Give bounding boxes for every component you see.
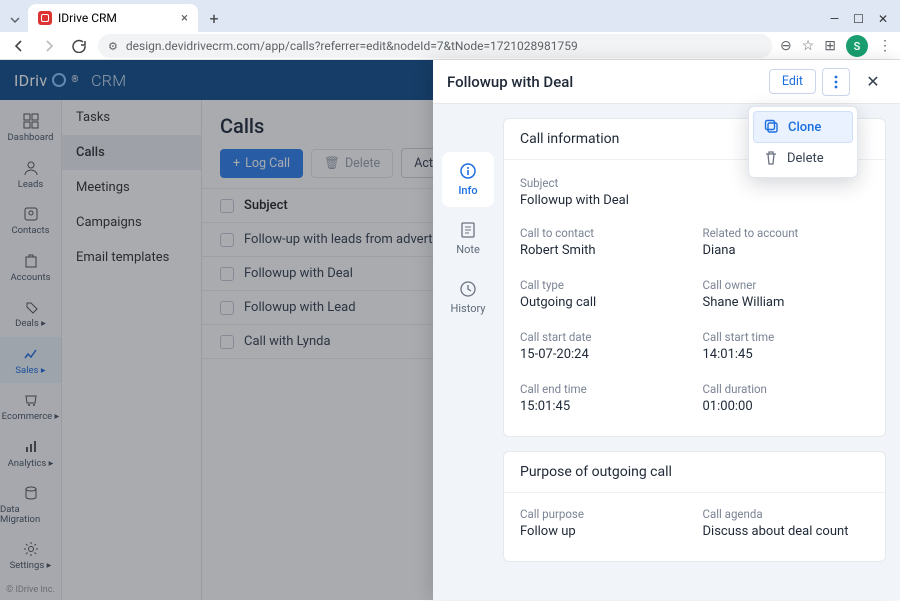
field-value: 15-07-20:24 bbox=[520, 347, 687, 362]
field-type: Call type Outgoing call bbox=[520, 270, 687, 318]
tab-label: History bbox=[451, 302, 486, 315]
field-label: Call owner bbox=[703, 278, 870, 292]
field-value: 14:01:45 bbox=[703, 347, 870, 362]
drawer-tab-info[interactable]: Info bbox=[442, 152, 494, 207]
drawer-header: Followup with Deal Edit ✕ bbox=[433, 60, 900, 104]
forward-button[interactable] bbox=[38, 35, 60, 57]
bookmark-icon[interactable]: ☆ bbox=[802, 38, 815, 54]
zoom-icon[interactable]: ⊖ bbox=[780, 38, 792, 54]
back-button[interactable] bbox=[8, 35, 30, 57]
reload-button[interactable] bbox=[68, 35, 90, 57]
field-value: Shane William bbox=[703, 295, 870, 310]
field-label: Call type bbox=[520, 278, 687, 292]
address-bar: ⚙ design.devidrivecrm.com/app/calls?refe… bbox=[0, 32, 900, 60]
detail-drawer: Followup with Deal Edit ✕ Clone Delete bbox=[433, 60, 900, 600]
app-root: IDriv® CRM Dashboard Leads Contacts Acco… bbox=[0, 60, 900, 600]
field-label: Call start time bbox=[703, 330, 870, 344]
tab-label: Info bbox=[458, 184, 477, 197]
tab-close-icon[interactable]: × bbox=[181, 11, 188, 26]
info-icon bbox=[459, 162, 477, 180]
note-icon bbox=[459, 221, 477, 239]
favicon-icon bbox=[38, 11, 52, 25]
more-menu-button[interactable] bbox=[822, 68, 850, 96]
field-value: Outgoing call bbox=[520, 295, 687, 310]
edit-button[interactable]: Edit bbox=[769, 69, 816, 94]
field-value: Discuss about deal count bbox=[703, 524, 870, 539]
drawer-content: Call information SubjectFollowup with De… bbox=[503, 104, 900, 600]
field-value: Robert Smith bbox=[520, 243, 687, 258]
field-label: Call agenda bbox=[703, 507, 870, 521]
drawer-title: Followup with Deal bbox=[447, 73, 573, 91]
delete-menu-label: Delete bbox=[787, 151, 824, 166]
field-start-date: Call start date 15-07-20:24 bbox=[520, 322, 687, 370]
field-agenda: Call agenda Discuss about deal count bbox=[703, 499, 870, 547]
new-tab-button[interactable]: + bbox=[202, 6, 226, 30]
field-value: Diana bbox=[703, 243, 870, 258]
field-contact: Call to contact Robert Smith bbox=[520, 218, 687, 266]
tab-strip: IDrive CRM × + — ☐ ✕ bbox=[0, 0, 900, 32]
clone-label: Clone bbox=[788, 120, 821, 135]
browser-tab[interactable]: IDrive CRM × bbox=[28, 4, 198, 32]
delete-menu-item[interactable]: Delete bbox=[753, 143, 853, 173]
tab-label: Note bbox=[456, 243, 480, 256]
field-label: Call start date bbox=[520, 330, 687, 344]
more-menu-popover: Clone Delete bbox=[748, 106, 858, 178]
field-value: Followup with Deal bbox=[520, 193, 869, 208]
field-value: 15:01:45 bbox=[520, 399, 687, 414]
url-input[interactable]: ⚙ design.devidrivecrm.com/app/calls?refe… bbox=[98, 34, 772, 58]
field-label: Call end time bbox=[520, 382, 687, 396]
field-label: Subject bbox=[520, 176, 869, 190]
close-window-icon[interactable]: ✕ bbox=[878, 12, 888, 26]
field-label: Call to contact bbox=[520, 226, 687, 240]
browser-chrome: IDrive CRM × + — ☐ ✕ ⚙ design.devidrivec… bbox=[0, 0, 900, 60]
tab-dropdown-icon[interactable] bbox=[6, 8, 24, 32]
url-text: design.devidrivecrm.com/app/calls?referr… bbox=[126, 39, 578, 53]
field-end-time: Call end time 15:01:45 bbox=[520, 374, 687, 422]
clone-menu-item[interactable]: Clone bbox=[753, 111, 853, 143]
field-label: Related to account bbox=[703, 226, 870, 240]
field-value: Follow up bbox=[520, 524, 687, 539]
minimize-icon[interactable]: — bbox=[830, 12, 839, 26]
field-owner: Call owner Shane William bbox=[703, 270, 870, 318]
history-icon bbox=[459, 280, 477, 298]
drawer-tab-history[interactable]: History bbox=[442, 270, 494, 325]
extensions-icon[interactable]: ⊞ bbox=[824, 38, 836, 54]
maximize-icon[interactable]: ☐ bbox=[853, 12, 864, 26]
window-controls: — ☐ ✕ bbox=[830, 12, 900, 32]
trash-icon bbox=[763, 150, 779, 166]
field-account: Related to account Diana bbox=[703, 218, 870, 266]
drawer-tab-note[interactable]: Note bbox=[442, 211, 494, 266]
site-settings-icon[interactable]: ⚙ bbox=[108, 40, 118, 53]
browser-menu-icon[interactable]: ⋮ bbox=[878, 38, 892, 54]
purpose-card: Purpose of outgoing call Call purpose Fol… bbox=[503, 451, 886, 562]
field-label: Call purpose bbox=[520, 507, 687, 521]
drawer-tabs: Info Note History bbox=[433, 104, 503, 600]
field-duration: Call duration 01:00:00 bbox=[703, 374, 870, 422]
field-label: Call duration bbox=[703, 382, 870, 396]
tab-title: IDrive CRM bbox=[58, 11, 117, 25]
close-drawer-button[interactable]: ✕ bbox=[860, 69, 886, 95]
field-start-time: Call start time 14:01:45 bbox=[703, 322, 870, 370]
field-value: 01:00:00 bbox=[703, 399, 870, 414]
field-purpose: Call purpose Follow up bbox=[520, 499, 687, 547]
profile-avatar[interactable]: S bbox=[846, 35, 868, 57]
card-title: Purpose of outgoing call bbox=[504, 452, 885, 493]
clone-icon bbox=[764, 119, 780, 135]
